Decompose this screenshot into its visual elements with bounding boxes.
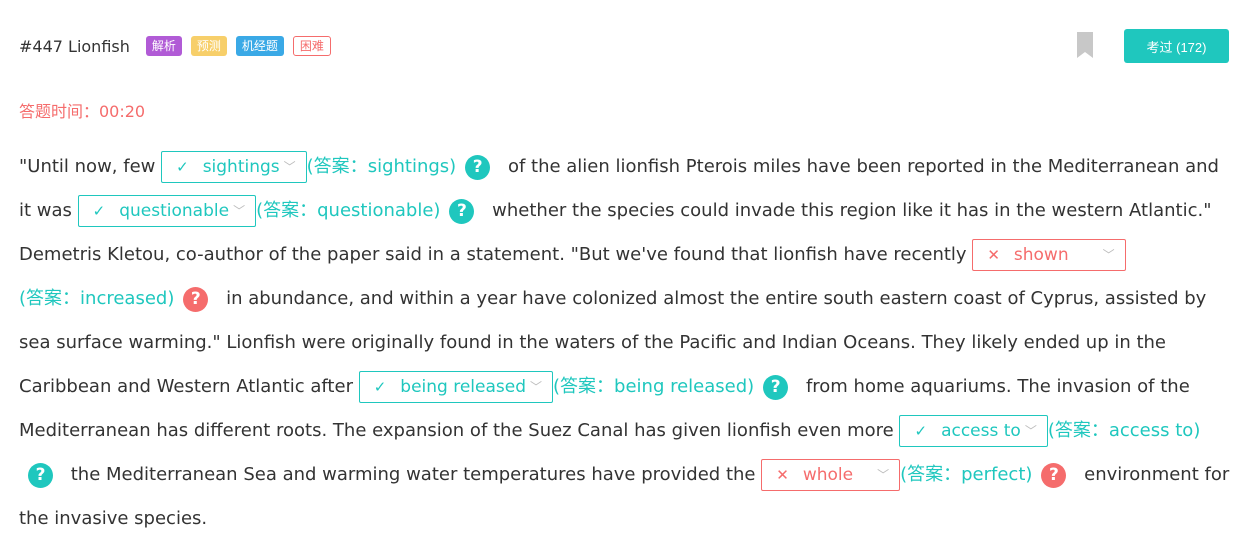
exam-count-button[interactable]: 考过 (172) bbox=[1124, 29, 1229, 63]
chevron-down-icon: ﹀ bbox=[233, 204, 246, 218]
answer-label: (答案：being released) bbox=[553, 376, 755, 397]
check-icon: ✓ bbox=[92, 202, 106, 220]
question-header: #447 Lionfish 解析 预测 机经题 困难 bbox=[19, 33, 340, 59]
chevron-down-icon: ﹀ bbox=[1102, 248, 1115, 262]
dropdown-value: being released bbox=[400, 377, 527, 397]
tag-analysis[interactable]: 解析 bbox=[145, 36, 182, 56]
blank-dropdown[interactable]: ✕ whole ﹀ bbox=[761, 459, 901, 491]
answer-label: (答案：sightings) bbox=[306, 156, 457, 177]
check-icon: ✓ bbox=[176, 158, 189, 176]
chevron-down-icon: ﹀ bbox=[283, 160, 296, 174]
answer-label: (答案：increased) bbox=[19, 288, 175, 309]
question-title: #447 Lionfish bbox=[19, 36, 130, 56]
help-icon[interactable]: ? bbox=[1041, 462, 1067, 488]
chevron-down-icon: ﹀ bbox=[530, 380, 543, 394]
dropdown-value: whole bbox=[802, 465, 854, 485]
answer-label: (答案：questionable) bbox=[256, 200, 441, 221]
answer-timer: 答题时间：00:20 bbox=[19, 102, 146, 121]
tag-difficulty: 困难 bbox=[292, 36, 331, 56]
cross-icon: ✕ bbox=[987, 246, 1000, 264]
passage-text: the Mediterranean Sea and warming water … bbox=[70, 464, 756, 485]
bookmark-icon[interactable] bbox=[1077, 32, 1093, 58]
answer-label: (答案：perfect) bbox=[900, 464, 1033, 485]
chevron-down-icon: ﹀ bbox=[1024, 424, 1037, 438]
check-icon: ✓ bbox=[373, 378, 387, 396]
help-icon[interactable]: ? bbox=[449, 198, 475, 224]
tag-exam-question[interactable]: 机经题 bbox=[235, 36, 284, 56]
tag-prediction[interactable]: 预测 bbox=[190, 36, 227, 56]
dropdown-value: questionable bbox=[119, 201, 230, 221]
blank-dropdown[interactable]: ✕ shown ﹀ bbox=[972, 239, 1126, 271]
check-icon: ✓ bbox=[914, 422, 928, 440]
chevron-down-icon: ﹀ bbox=[877, 468, 890, 482]
dropdown-value: sightings bbox=[202, 157, 280, 177]
passage: "Until now, few ✓ sightings ﹀ (答案：sightings… bbox=[19, 145, 1234, 541]
blank-dropdown[interactable]: ✓ questionable ﹀ bbox=[77, 195, 257, 227]
cross-icon: ✕ bbox=[776, 466, 789, 484]
help-icon[interactable]: ? bbox=[28, 462, 53, 488]
dropdown-value: shown bbox=[1013, 245, 1069, 265]
blank-dropdown[interactable]: ✓ sightings ﹀ bbox=[161, 151, 307, 183]
help-icon[interactable]: ? bbox=[183, 286, 209, 312]
answer-label: (答案：access to) bbox=[1047, 420, 1201, 441]
blank-dropdown[interactable]: ✓ access to ﹀ bbox=[899, 415, 1048, 447]
dropdown-value: access to bbox=[941, 421, 1021, 441]
blank-dropdown[interactable]: ✓ being released ﹀ bbox=[358, 371, 554, 403]
help-icon[interactable]: ? bbox=[465, 154, 491, 180]
passage-text: "Until now, few bbox=[19, 156, 156, 177]
help-icon[interactable]: ? bbox=[763, 374, 789, 400]
